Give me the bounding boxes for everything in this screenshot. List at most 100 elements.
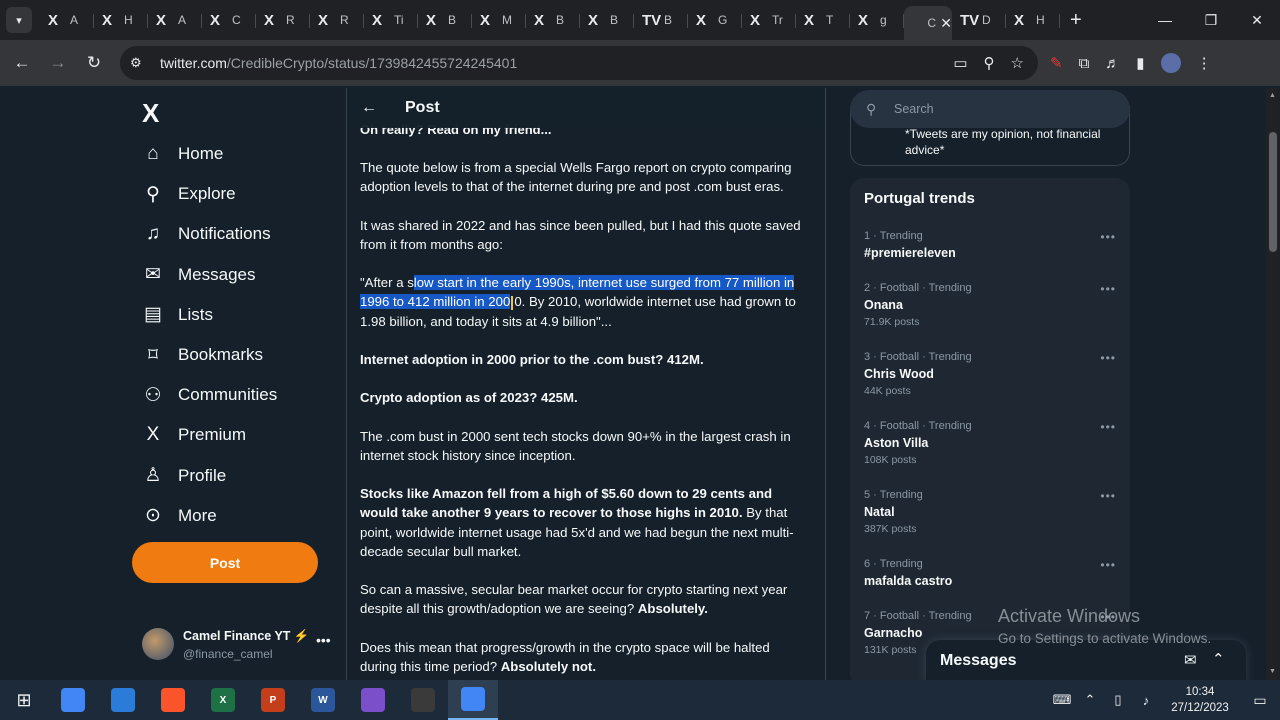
account-switcher[interactable]: Camel Finance YT ⚡ @finance_camel •••: [140, 626, 340, 666]
back-arrow-icon[interactable]: ←: [4, 53, 40, 73]
search-input[interactable]: ⚲ Search: [850, 90, 1130, 128]
reload-icon[interactable]: ↻: [76, 53, 112, 73]
clock-time: 10:34: [1185, 686, 1215, 698]
restore-icon[interactable]: ❐: [1188, 0, 1234, 40]
post-header: ← Post: [347, 88, 825, 128]
nav-item-label: Notifications: [178, 224, 271, 244]
back-arrow-icon[interactable]: ←: [361, 99, 401, 117]
browser-tab[interactable]: XB: [526, 4, 580, 36]
browser-tab[interactable]: XH: [94, 4, 148, 36]
chrome-profile-app[interactable]: [448, 680, 498, 720]
trend-more-icon[interactable]: •••: [1100, 489, 1116, 503]
browser-tab[interactable]: X Ti: [364, 4, 418, 36]
scroll-up-icon[interactable]: ▲: [1269, 92, 1276, 99]
windows-start-icon[interactable]: ⊞: [0, 690, 48, 711]
nav-item-home[interactable]: ⌂ Home: [140, 139, 223, 169]
video-editor-app[interactable]: [348, 680, 398, 720]
powerpoint-app[interactable]: P: [248, 680, 298, 720]
nav-item-more[interactable]: ⊙ More: [140, 501, 217, 531]
messages-drawer[interactable]: Messages ✉ ⌃: [926, 640, 1246, 684]
trend-more-icon[interactable]: •••: [1100, 282, 1116, 296]
powerpoint-app-icon: P: [261, 688, 285, 712]
taskbar-clock[interactable]: 10:34 27/12/2023: [1160, 684, 1240, 716]
bookmark-star-icon[interactable]: ☆: [1011, 54, 1024, 72]
browser-tab[interactable]: XH: [1006, 4, 1060, 36]
tab-title: C: [927, 16, 937, 30]
trend-item[interactable]: 4 · Football · Trending Aston Villa 108K p…: [864, 420, 1116, 466]
browser-tab[interactable]: Xg: [850, 4, 904, 36]
trend-more-icon[interactable]: •••: [1100, 558, 1116, 572]
browser-tab[interactable]: X Tr: [742, 4, 796, 36]
usb-icon[interactable]: ▯: [1104, 692, 1132, 708]
browser-tab[interactable]: XR: [256, 4, 310, 36]
activate-windows-watermark: Activate Windows Go to Settings to activ…: [998, 606, 1211, 646]
extension-pen-icon[interactable]: ✎: [1050, 54, 1063, 72]
tab-title: A: [178, 13, 187, 27]
more-dots-icon[interactable]: •••: [316, 632, 331, 648]
word-app[interactable]: W: [298, 680, 348, 720]
brave-app[interactable]: [148, 680, 198, 720]
browser-tab[interactable]: XM: [472, 4, 526, 36]
nav-item-premium[interactable]: X Premium: [140, 420, 246, 450]
nav-item-explore[interactable]: ⚲ Explore: [140, 179, 236, 209]
browser-tab[interactable]: XA: [148, 4, 202, 36]
nav-item-notifications[interactable]: ♫ Notifications: [140, 219, 271, 249]
media-controls-icon[interactable]: ♬: [1105, 55, 1120, 72]
tray-chevron-up-icon[interactable]: ⌃: [1076, 692, 1104, 708]
browser-tab[interactable]: XC: [202, 4, 256, 36]
keyboard-icon[interactable]: ⌨: [1048, 692, 1076, 708]
trend-item[interactable]: 1 · Trending #premiereleven •••: [864, 230, 1116, 260]
minimize-icon[interactable]: —: [1142, 0, 1188, 40]
x-favicon-icon: X: [156, 11, 167, 29]
pc-app[interactable]: [98, 680, 148, 720]
trend-item[interactable]: 5 · Trending Natal 387K posts •••: [864, 489, 1116, 535]
nav-item-communities[interactable]: ⚇ Communities: [140, 380, 277, 410]
close-window-icon[interactable]: ✕: [1234, 0, 1280, 40]
browser-tab[interactable]: XT: [796, 4, 850, 36]
trend-item[interactable]: 3 · Football · Trending Chris Wood 44K pos…: [864, 351, 1116, 397]
new-message-icon[interactable]: ✉: [1184, 651, 1197, 669]
post-button[interactable]: Post: [132, 542, 318, 583]
browser-tab[interactable]: XA: [40, 4, 94, 36]
scrollbar-thumb[interactable]: [1269, 132, 1277, 252]
forward-arrow-icon[interactable]: →: [40, 53, 76, 73]
zoom-icon[interactable]: ⚲: [984, 54, 995, 72]
browser-tab[interactable]: TV D: [952, 4, 1006, 36]
nav-item-bookmarks[interactable]: ⌑ Bookmarks: [140, 340, 263, 370]
browser-tab[interactable]: XR: [310, 4, 364, 36]
expand-chevron-icon[interactable]: ⌃: [1212, 650, 1225, 668]
new-tab-plus-icon[interactable]: +: [1070, 9, 1082, 32]
trend-item[interactable]: 2 · Football · Trending Onana 71.9K posts •…: [864, 282, 1116, 328]
scroll-down-icon[interactable]: ▼: [1269, 668, 1276, 675]
trend-more-icon[interactable]: •••: [1100, 351, 1116, 365]
browser-tab[interactable]: XB: [580, 4, 634, 36]
trend-more-icon[interactable]: •••: [1100, 230, 1116, 244]
search-placeholder: Search: [894, 102, 934, 116]
nav-item-lists[interactable]: ▤ Lists: [140, 300, 213, 330]
tab-search-chevron-down-icon[interactable]: ▾: [6, 7, 32, 33]
chrome-menu-icon[interactable]: ⋮: [1197, 54, 1212, 72]
trend-more-icon[interactable]: •••: [1100, 420, 1116, 434]
trend-item[interactable]: 6 · Trending mafalda castro •••: [864, 558, 1116, 588]
browser-tab[interactable]: C ✕: [904, 6, 952, 40]
x-logo-icon[interactable]: X: [142, 98, 159, 129]
obs-app[interactable]: [398, 680, 448, 720]
extensions-puzzle-icon[interactable]: ⧉: [1079, 55, 1090, 72]
browser-tab[interactable]: TV B: [634, 4, 688, 36]
excel-app[interactable]: X: [198, 680, 248, 720]
chrome-app[interactable]: [48, 680, 98, 720]
browser-tab[interactable]: XG: [688, 4, 742, 36]
address-bar[interactable]: ⚙ twitter.com/CredibleCrypto/status/1739…: [120, 46, 1038, 80]
volume-icon[interactable]: ♪: [1132, 693, 1160, 708]
side-panel-icon[interactable]: ▮: [1136, 54, 1144, 72]
site-info-icon[interactable]: ⚙: [130, 55, 160, 71]
nav-item-profile[interactable]: ♙ Profile: [140, 461, 226, 491]
nav-item-messages[interactable]: ✉ Messages: [140, 260, 255, 290]
page-scrollbar[interactable]: ▲ ▼: [1266, 88, 1280, 680]
notification-icon[interactable]: ▭: [1240, 692, 1280, 709]
trend-name: #premiereleven: [864, 246, 956, 260]
install-app-icon[interactable]: ▭: [953, 54, 967, 72]
tab-close-icon[interactable]: ✕: [940, 15, 952, 32]
profile-avatar[interactable]: [1160, 53, 1181, 73]
browser-tab[interactable]: XB: [418, 4, 472, 36]
